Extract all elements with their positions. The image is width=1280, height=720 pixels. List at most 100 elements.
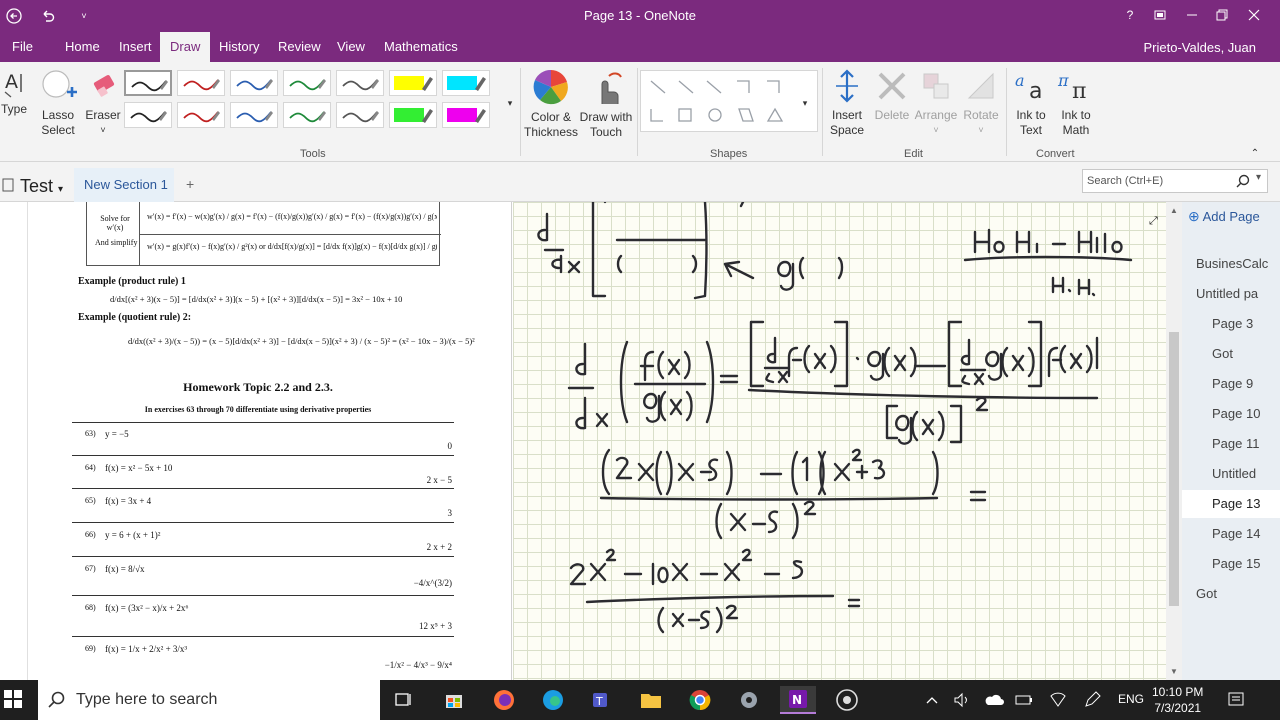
page-item[interactable]: Page 14 <box>1182 520 1280 548</box>
expand-note-icon[interactable]: ⤢ <box>1149 214 1158 227</box>
pen-swatch[interactable] <box>336 102 384 128</box>
triangle-shape-icon[interactable] <box>766 107 784 122</box>
menu-view[interactable]: View <box>327 32 375 62</box>
pen-swatch[interactable] <box>442 102 490 128</box>
notebook-name[interactable]: Test ▾ <box>20 176 63 197</box>
firefox-icon[interactable] <box>486 686 522 714</box>
pen-swatch[interactable] <box>177 70 225 96</box>
page-canvas[interactable]: Solve for w′(x) And simplify w′(x) = f′(x… <box>0 202 1182 680</box>
insert-space-button[interactable]: Insert Space <box>826 68 868 138</box>
rectangle-shape-icon[interactable] <box>678 108 692 122</box>
menu-draw[interactable]: Draw <box>160 32 211 62</box>
double-arrow-shape-icon[interactable] <box>706 80 722 94</box>
obs-icon[interactable] <box>829 686 865 714</box>
page-item[interactable]: Page 3 <box>1182 310 1280 338</box>
pen-swatch[interactable] <box>124 70 172 96</box>
add-page-button[interactable]: ⊕ Add Page <box>1188 204 1260 228</box>
language-indicator[interactable]: ENG <box>1118 692 1144 706</box>
pen-swatch[interactable] <box>230 102 278 128</box>
taskbar-search-input[interactable]: Type here to search <box>38 680 380 720</box>
scroll-up-icon[interactable]: ▲ <box>1170 206 1178 215</box>
menu-insert[interactable]: Insert <box>109 32 162 62</box>
help-button[interactable]: ? <box>1116 2 1144 28</box>
pen-swatch[interactable] <box>442 70 490 96</box>
pen-swatch[interactable] <box>389 102 437 128</box>
windows-start-icon[interactable] <box>4 690 22 713</box>
user-name[interactable]: Prieto-Valdes, Juan <box>1144 40 1257 55</box>
pen-swatch[interactable] <box>389 70 437 96</box>
edge-icon[interactable] <box>535 686 571 714</box>
ink-to-text-button[interactable]: aa Ink to Text <box>1010 68 1052 138</box>
rotate-dropdown-icon[interactable]: ˅ <box>960 123 1002 138</box>
pen-swatch[interactable] <box>336 70 384 96</box>
pen-swatch[interactable] <box>124 102 172 128</box>
scrollbar-thumb[interactable] <box>1169 332 1179 606</box>
page-item[interactable]: Page 10 <box>1182 400 1280 428</box>
handwriting-area[interactable]: ⤢ <box>513 202 1168 680</box>
volume-icon[interactable] <box>944 686 980 714</box>
wifi-icon[interactable] <box>1040 686 1076 714</box>
file-explorer-icon[interactable] <box>633 686 669 714</box>
elbow-arrow-shape-icon[interactable] <box>767 80 780 93</box>
clock[interactable]: 10:10 PM 7/3/2021 <box>1152 684 1203 716</box>
page-item-selected[interactable]: Page 13 <box>1182 490 1280 518</box>
page-item[interactable]: Untitled pa <box>1182 280 1280 308</box>
shapes-more-icon[interactable]: ▾ <box>798 96 812 111</box>
menu-file[interactable]: File <box>2 32 43 62</box>
notebook-dropdown-icon[interactable]: ▾ <box>58 184 63 195</box>
battery-icon[interactable] <box>1006 686 1042 714</box>
settings-app-icon[interactable] <box>731 686 767 714</box>
axis-shape-icon[interactable] <box>650 109 663 122</box>
onenote-taskbar-icon[interactable]: N <box>780 686 816 714</box>
ellipse-shape-icon[interactable] <box>708 108 722 122</box>
page-item[interactable]: Page 9 <box>1182 370 1280 398</box>
notebook-icon[interactable] <box>2 178 14 192</box>
page-item[interactable]: Page 15 <box>1182 550 1280 578</box>
color-thickness-button[interactable]: Color & Thickness <box>524 68 578 140</box>
menu-home[interactable]: Home <box>55 32 110 62</box>
close-button[interactable] <box>1240 2 1268 28</box>
minimize-button[interactable] <box>1178 2 1206 28</box>
arrow-shape-icon[interactable] <box>678 80 694 94</box>
pen-workspace-icon[interactable] <box>1074 686 1110 714</box>
ink-to-math-button[interactable]: ππ Ink to Math <box>1054 68 1098 138</box>
page-item[interactable]: Page 11 <box>1182 430 1280 458</box>
page-item[interactable]: Got <box>1182 340 1280 368</box>
arrange-button[interactable]: Arrange ˅ <box>912 68 960 138</box>
search-icon[interactable] <box>1236 174 1250 188</box>
teams-icon[interactable]: T <box>584 686 620 714</box>
eraser-dropdown-icon[interactable]: ˅ <box>84 123 122 138</box>
search-scope-icon[interactable]: ▾ <box>1256 172 1261 183</box>
restore-button[interactable] <box>1208 2 1236 28</box>
pen-gallery-more-icon[interactable]: ▾ <box>503 96 517 111</box>
delete-button[interactable]: Delete <box>870 68 914 123</box>
vertical-scrollbar[interactable]: ▲ ▼ <box>1166 202 1182 680</box>
collapse-ribbon-icon[interactable]: ⌃ <box>1248 146 1262 161</box>
full-page-view-icon[interactable] <box>1146 2 1174 28</box>
section-tab[interactable]: New Section 1 <box>74 168 174 202</box>
page-item[interactable]: Untitled <box>1182 460 1280 488</box>
eraser-tool[interactable]: Eraser ˅ <box>84 68 122 138</box>
menu-review[interactable]: Review <box>268 32 331 62</box>
scroll-down-icon[interactable]: ▼ <box>1170 667 1178 676</box>
notifications-icon[interactable] <box>1218 686 1254 714</box>
menu-history[interactable]: History <box>209 32 269 62</box>
page-item[interactable]: BusinesCalc <box>1182 250 1280 278</box>
draw-with-touch-button[interactable]: Draw with Touch <box>578 68 634 140</box>
pen-swatch[interactable] <box>283 70 331 96</box>
pen-swatch[interactable] <box>177 102 225 128</box>
lasso-select-tool[interactable]: Lasso Select <box>36 68 80 138</box>
page-item[interactable]: Got <box>1182 580 1280 608</box>
rotate-button[interactable]: Rotate ˅ <box>960 68 1002 138</box>
elbow-shape-icon[interactable] <box>737 80 750 93</box>
task-view-icon[interactable] <box>386 686 422 714</box>
add-section-button[interactable]: + <box>186 176 194 192</box>
menu-mathematics[interactable]: Mathematics <box>374 32 468 62</box>
parallelogram-shape-icon[interactable] <box>738 108 754 122</box>
chrome-icon[interactable] <box>682 686 718 714</box>
line-shape-icon[interactable] <box>650 80 666 94</box>
pen-swatch[interactable] <box>230 70 278 96</box>
type-tool[interactable]: A Type <box>0 68 28 117</box>
arrange-dropdown-icon[interactable]: ˅ <box>912 123 960 138</box>
store-icon[interactable] <box>436 686 472 714</box>
